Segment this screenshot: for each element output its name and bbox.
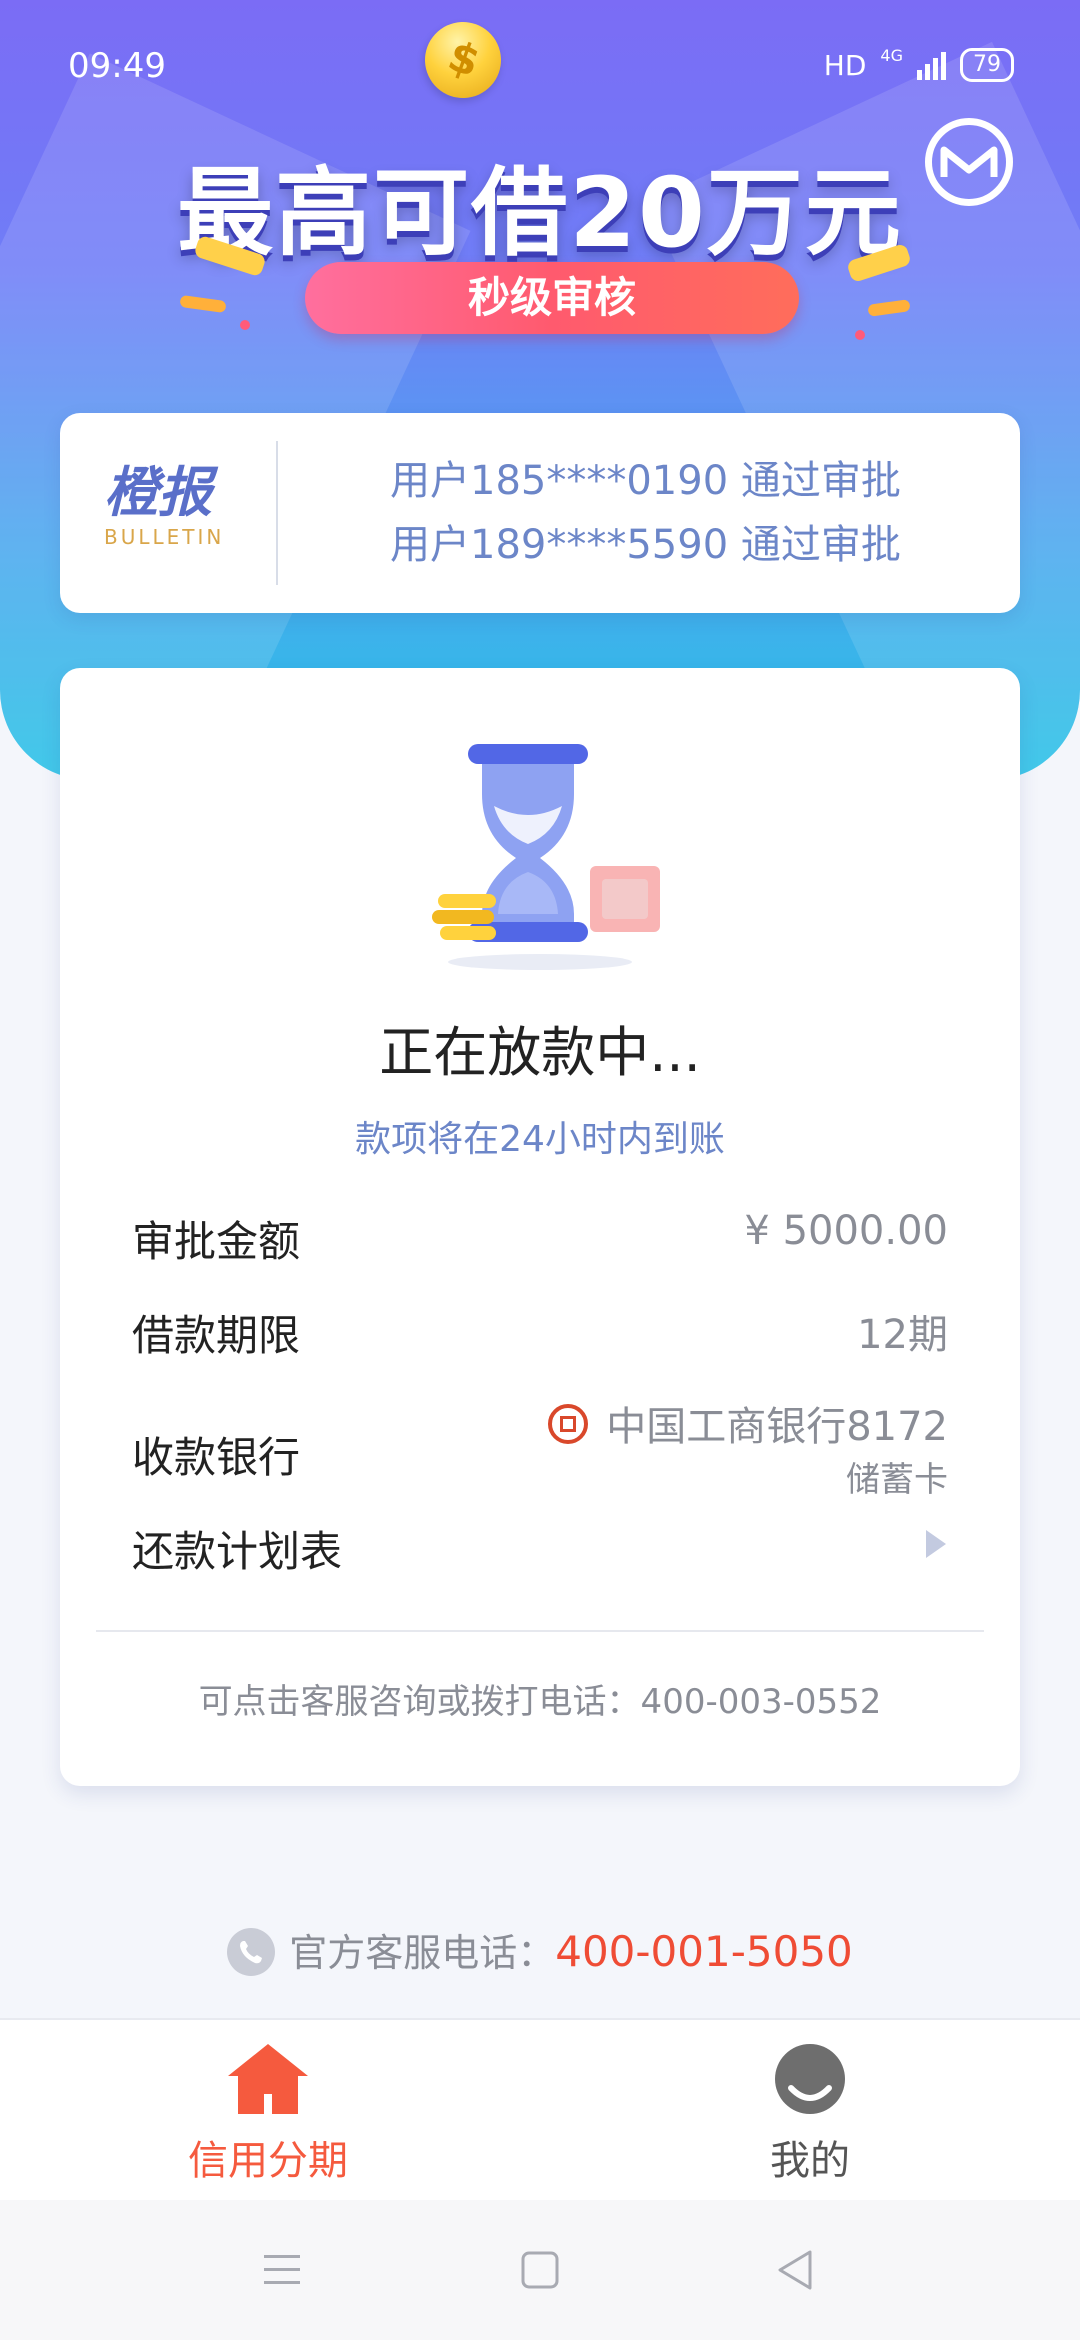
signal-icon — [917, 50, 946, 80]
hd-indicator: HD — [823, 48, 867, 82]
profile-icon — [775, 2044, 845, 2114]
fast-review-badge: 秒级审核 — [305, 262, 799, 334]
bulletin-message: 用户185****0190 通过审批 — [390, 458, 901, 504]
term-label: 借款期限 — [132, 1311, 301, 1360]
confetti-decor — [240, 320, 250, 330]
term-value: 12期 — [857, 1312, 948, 1358]
loan-status-card: 正在放款中... 款项将在24小时内到账 审批金额 ¥ 5000.00 借款期限… — [60, 668, 1020, 1786]
bottom-tab-bar: 信用分期 我的 — [0, 2018, 1080, 2202]
network-type: 4G — [880, 45, 903, 65]
m-logo-icon — [940, 146, 998, 177]
bank-card-type: 储蓄卡 — [846, 1460, 948, 1500]
service-avatar-button[interactable] — [925, 118, 1013, 206]
loan-status-subtitle: 款项将在24小时内到账 — [355, 1119, 725, 1160]
tab-label: 我的 — [770, 2138, 850, 2184]
tab-label: 信用分期 — [188, 2138, 348, 2184]
repayment-schedule-label: 还款计划表 — [132, 1527, 343, 1576]
repayment-schedule-row[interactable]: 还款计划表 — [132, 1518, 948, 1578]
phone-icon — [227, 1928, 276, 1976]
official-hotline[interactable]: 官方客服电话：400-001-5050 — [0, 1922, 1080, 1977]
chevron-right-icon[interactable] — [924, 1528, 948, 1560]
bank-row: 收款银行 中国工商银行8172 储蓄卡 — [132, 1394, 948, 1504]
status-bar: 09:49 HD 4G 79 — [0, 40, 1080, 90]
icbc-bank-icon — [548, 1404, 589, 1444]
home-icon — [228, 2044, 308, 2114]
bulletin-logo: 橙报 BULLETIN — [104, 461, 254, 550]
loan-status-title: 正在放款中... — [379, 1021, 701, 1084]
bulletin-divider — [276, 441, 278, 585]
system-navigation-bar — [0, 2200, 1080, 2340]
bulletin-card: 橙报 BULLETIN 用户185****0190 通过审批 用户189****… — [60, 413, 1020, 613]
bank-name: 中国工商银行8172 — [606, 1404, 948, 1450]
amount-value: ¥ 5000.00 — [744, 1208, 948, 1254]
customer-service-note[interactable]: 可点击客服咨询或拨打电话：400-003-0552 — [60, 1674, 1020, 1723]
bulletin-message: 用户189****5590 通过审批 — [390, 522, 901, 568]
hotline-label: 官方客服电话： — [289, 1931, 556, 1975]
bulletin-logo-cn: 橙报 — [104, 461, 212, 524]
confetti-decor — [855, 330, 865, 340]
tab-mine[interactable]: 我的 — [660, 2042, 960, 2186]
hotline-number[interactable]: 400-001-5050 — [555, 1927, 853, 1976]
battery-icon: 79 — [960, 48, 1014, 82]
hourglass-icon — [432, 744, 660, 970]
home-nav-icon[interactable] — [520, 2250, 560, 2290]
status-time: 09:49 — [68, 46, 166, 86]
hero-banner: 09:49 HD 4G 79 最高可借20万元 秒级审核 — [0, 0, 1080, 780]
card-divider — [96, 1630, 984, 1632]
bulletin-logo-en: BULLETIN — [104, 525, 225, 549]
banner-headline: 最高可借20万元 — [177, 157, 903, 269]
menu-icon[interactable] — [262, 2252, 302, 2288]
tab-credit-installment[interactable]: 信用分期 — [118, 2042, 418, 2186]
amount-row: 审批金额 ¥ 5000.00 — [132, 1208, 948, 1268]
term-row: 借款期限 12期 — [132, 1302, 948, 1362]
gold-coin-icon — [414, 11, 512, 109]
amount-label: 审批金额 — [132, 1217, 301, 1266]
bulletin-messages: 用户185****0190 通过审批 用户189****5590 通过审批 — [390, 449, 901, 577]
back-icon[interactable] — [774, 2248, 814, 2292]
bank-label: 收款银行 — [132, 1433, 301, 1482]
bank-value-line: 中国工商银行8172 — [548, 1394, 948, 1452]
